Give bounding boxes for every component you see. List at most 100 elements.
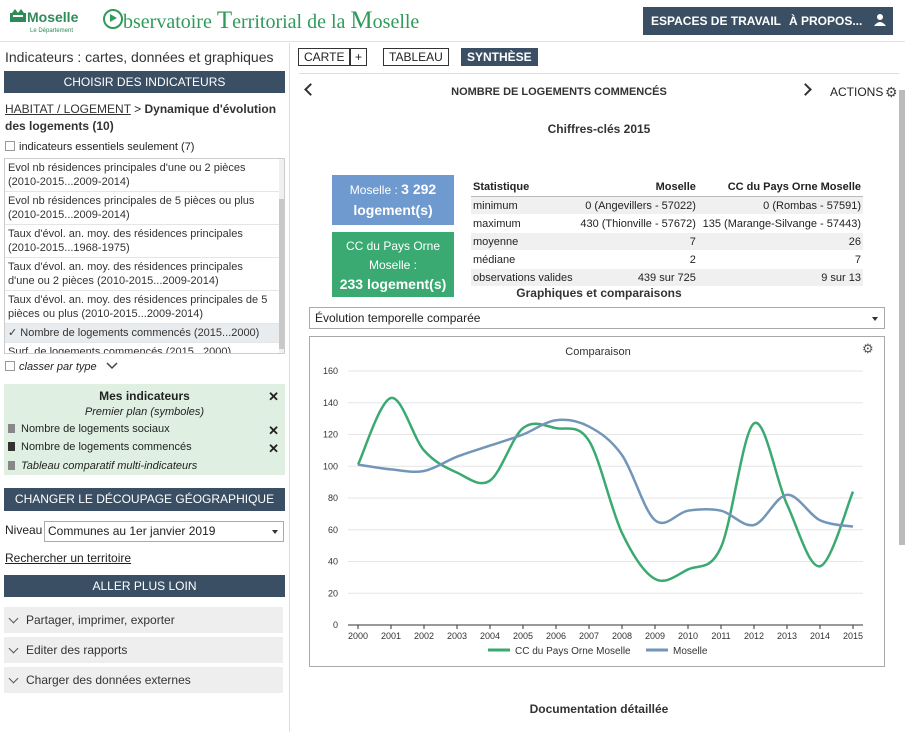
logo-sub: Le Département: [30, 28, 74, 34]
indicator-item[interactable]: Taux d'évol. an. moy. des résidences pri…: [5, 258, 284, 291]
graphiques-title: Graphiques et comparaisons: [516, 286, 682, 300]
breadcrumb-habitat-link[interactable]: HABITAT / LOGEMENT: [5, 102, 131, 116]
rechercher-territoire-link[interactable]: Rechercher un territoire: [5, 551, 131, 565]
synthese-panel: NOMBRE DE LOGEMENTS COMMENCÉS ACTIONS ⚙ …: [299, 73, 899, 732]
mes-indicateur-item[interactable]: Nombre de logements sociaux: [8, 423, 170, 435]
title-part: oselle: [372, 11, 420, 33]
x-tick-label: 2003: [447, 631, 467, 641]
y-tick-label: 140: [323, 398, 338, 408]
indicator-item-selected[interactable]: ✓ Nombre de logements commencés (2015...…: [5, 324, 284, 343]
y-tick-label: 80: [328, 493, 338, 503]
legend-label: CC du Pays Orne Moselle: [515, 646, 631, 657]
table-row: observations valides 439 sur 725 9 sur 13: [471, 268, 863, 287]
x-tick-label: 2013: [777, 631, 797, 641]
stats-header: CC du Pays Orne Moselle: [697, 178, 863, 197]
y-tick-label: 0: [333, 620, 338, 630]
tab-add[interactable]: +: [350, 48, 368, 66]
stats-cell: 9 sur 13: [697, 268, 863, 287]
x-tick-label: 2015: [843, 631, 863, 641]
stats-cell: 0 (Angevillers - 57022): [576, 196, 698, 215]
mes-indicateur-label: Nombre de logements commencés: [21, 441, 192, 453]
stats-cell: 439 sur 725: [576, 268, 698, 287]
classer-label: classer par type: [19, 361, 97, 373]
remove-icon[interactable]: ✕: [268, 423, 279, 439]
gear-icon[interactable]: ⚙: [885, 84, 898, 101]
panel-title: Indicateurs : cartes, données et graphiq…: [5, 49, 274, 65]
classer-par-type-row[interactable]: classer par type: [5, 361, 118, 373]
card-value: 3 292: [401, 181, 437, 197]
table-row: moyenne 7 26: [471, 232, 863, 251]
mes-indicateur-label: Nombre de logements sociaux: [21, 423, 170, 435]
choisir-indicateurs-button[interactable]: CHOISIR DES INDICATEURS: [4, 71, 285, 93]
legend-label: Moselle: [673, 646, 708, 657]
chevron-down-icon: [8, 613, 19, 624]
logo-name: Moselle: [27, 9, 79, 25]
main-scrollbar[interactable]: [899, 90, 905, 545]
site-title[interactable]: bservatoire Territorial de la Moselle: [103, 7, 419, 35]
stats-cell: 0 (Rombas - 57591): [697, 196, 863, 215]
user-icon[interactable]: [873, 13, 887, 27]
tableau-comparatif-link[interactable]: Tableau comparatif multi-indicateurs: [8, 460, 197, 472]
stats-cell: 135 (Marange-Silvange - 57443): [697, 214, 863, 233]
a-propos-button[interactable]: À PROPOS...: [789, 14, 862, 28]
indicator-item[interactable]: Evol nb résidences principales de 5 pièc…: [5, 192, 284, 225]
stats-cell: 2: [576, 250, 698, 269]
actions-button[interactable]: ACTIONS: [830, 85, 883, 99]
tab-synthese[interactable]: SYNTHÈSE: [461, 48, 538, 66]
table-row: minimum 0 (Angevillers - 57022) 0 (Rombas …: [471, 196, 863, 215]
y-tick-label: 60: [328, 525, 338, 535]
mes-indicateur-item[interactable]: Nombre de logements commencés: [8, 441, 192, 453]
stats-cell: 7: [697, 250, 863, 269]
documentation-title: Documentation détaillée: [529, 702, 669, 716]
stats-table: Statistique Moselle CC du Pays Orne Mose…: [471, 178, 863, 287]
aller-plus-loin-button[interactable]: ALLER PLUS LOIN: [4, 575, 285, 597]
chevron-down-icon[interactable]: [106, 362, 118, 370]
document-icon: [8, 424, 15, 433]
chart-gear-icon[interactable]: ⚙: [862, 341, 874, 357]
stats-cell: médiane: [471, 250, 577, 269]
scrollbar-thumb[interactable]: [279, 199, 284, 349]
previous-indicator-icon[interactable]: [304, 83, 317, 96]
indicator-item[interactable]: Taux d'évol. an. moy. des résidences pri…: [5, 225, 284, 258]
niveau-select[interactable]: Communes au 1er janvier 2019: [44, 521, 284, 542]
accordion-charger[interactable]: Charger des données externes: [4, 667, 283, 693]
stats-header-row: Statistique Moselle CC du Pays Orne Mose…: [471, 178, 863, 197]
stats-header: Statistique: [471, 178, 577, 197]
accordion-partager[interactable]: Partager, imprimer, exporter: [4, 607, 283, 633]
tab-carte[interactable]: CARTE: [298, 48, 351, 66]
essentials-checkbox[interactable]: [5, 141, 15, 151]
tab-tableau[interactable]: TABLEAU: [383, 48, 449, 66]
breadcrumb-separator: >: [130, 102, 145, 116]
mes-indicateurs-title: Mes indicateurs: [99, 389, 190, 403]
stats-cell: moyenne: [471, 232, 577, 251]
card-label: Moselle :: [368, 258, 418, 272]
classer-checkbox[interactable]: [5, 361, 15, 371]
card-label: Moselle :: [349, 183, 402, 197]
moselle-logo[interactable]: Moselle Le Département: [8, 6, 80, 38]
x-tick-label: 2002: [414, 631, 434, 641]
y-tick-label: 20: [328, 588, 338, 598]
chiffres-cles-title: Chiffres-clés 2015: [547, 122, 651, 136]
y-tick-label: 120: [323, 430, 338, 440]
y-tick-label: 100: [323, 461, 338, 471]
indicator-title: NOMBRE DE LOGEMENTS COMMENCÉS: [451, 86, 667, 98]
indicator-list-scrollbar[interactable]: [279, 159, 284, 353]
next-indicator-icon[interactable]: [799, 83, 812, 96]
chart-type-select[interactable]: Évolution temporelle comparée: [309, 307, 885, 329]
indicator-item[interactable]: Evol nb résidences principales d'une ou …: [5, 159, 284, 192]
indicator-item[interactable]: Surf. de logements commencés (2015...200…: [5, 343, 284, 353]
accordion-editer[interactable]: Editer des rapports: [4, 637, 283, 663]
changer-decoupage-button[interactable]: CHANGER LE DÉCOUPAGE GÉOGRAPHIQUE: [4, 488, 285, 511]
x-tick-label: 2009: [645, 631, 665, 641]
close-icon[interactable]: ✕: [268, 389, 279, 405]
y-tick-label: 40: [328, 557, 338, 567]
remove-icon[interactable]: ✕: [268, 441, 279, 457]
main-area: CARTE + TABLEAU SYNTHÈSE NOMBRE DE LOGEM…: [291, 43, 905, 732]
espaces-de-travail-button[interactable]: ESPACES DE TRAVAIL: [651, 14, 781, 28]
observatoire-o-icon: [103, 9, 123, 29]
essentials-checkbox-row[interactable]: indicateurs essentiels seulement (7): [5, 141, 194, 153]
title-part: T: [216, 7, 233, 34]
accordion-label: Charger des données externes: [26, 673, 191, 687]
stats-cell: 430 (Thionville - 57672): [576, 214, 698, 233]
indicator-item[interactable]: Taux d'évol. an. moy. des résidences pri…: [5, 291, 284, 324]
